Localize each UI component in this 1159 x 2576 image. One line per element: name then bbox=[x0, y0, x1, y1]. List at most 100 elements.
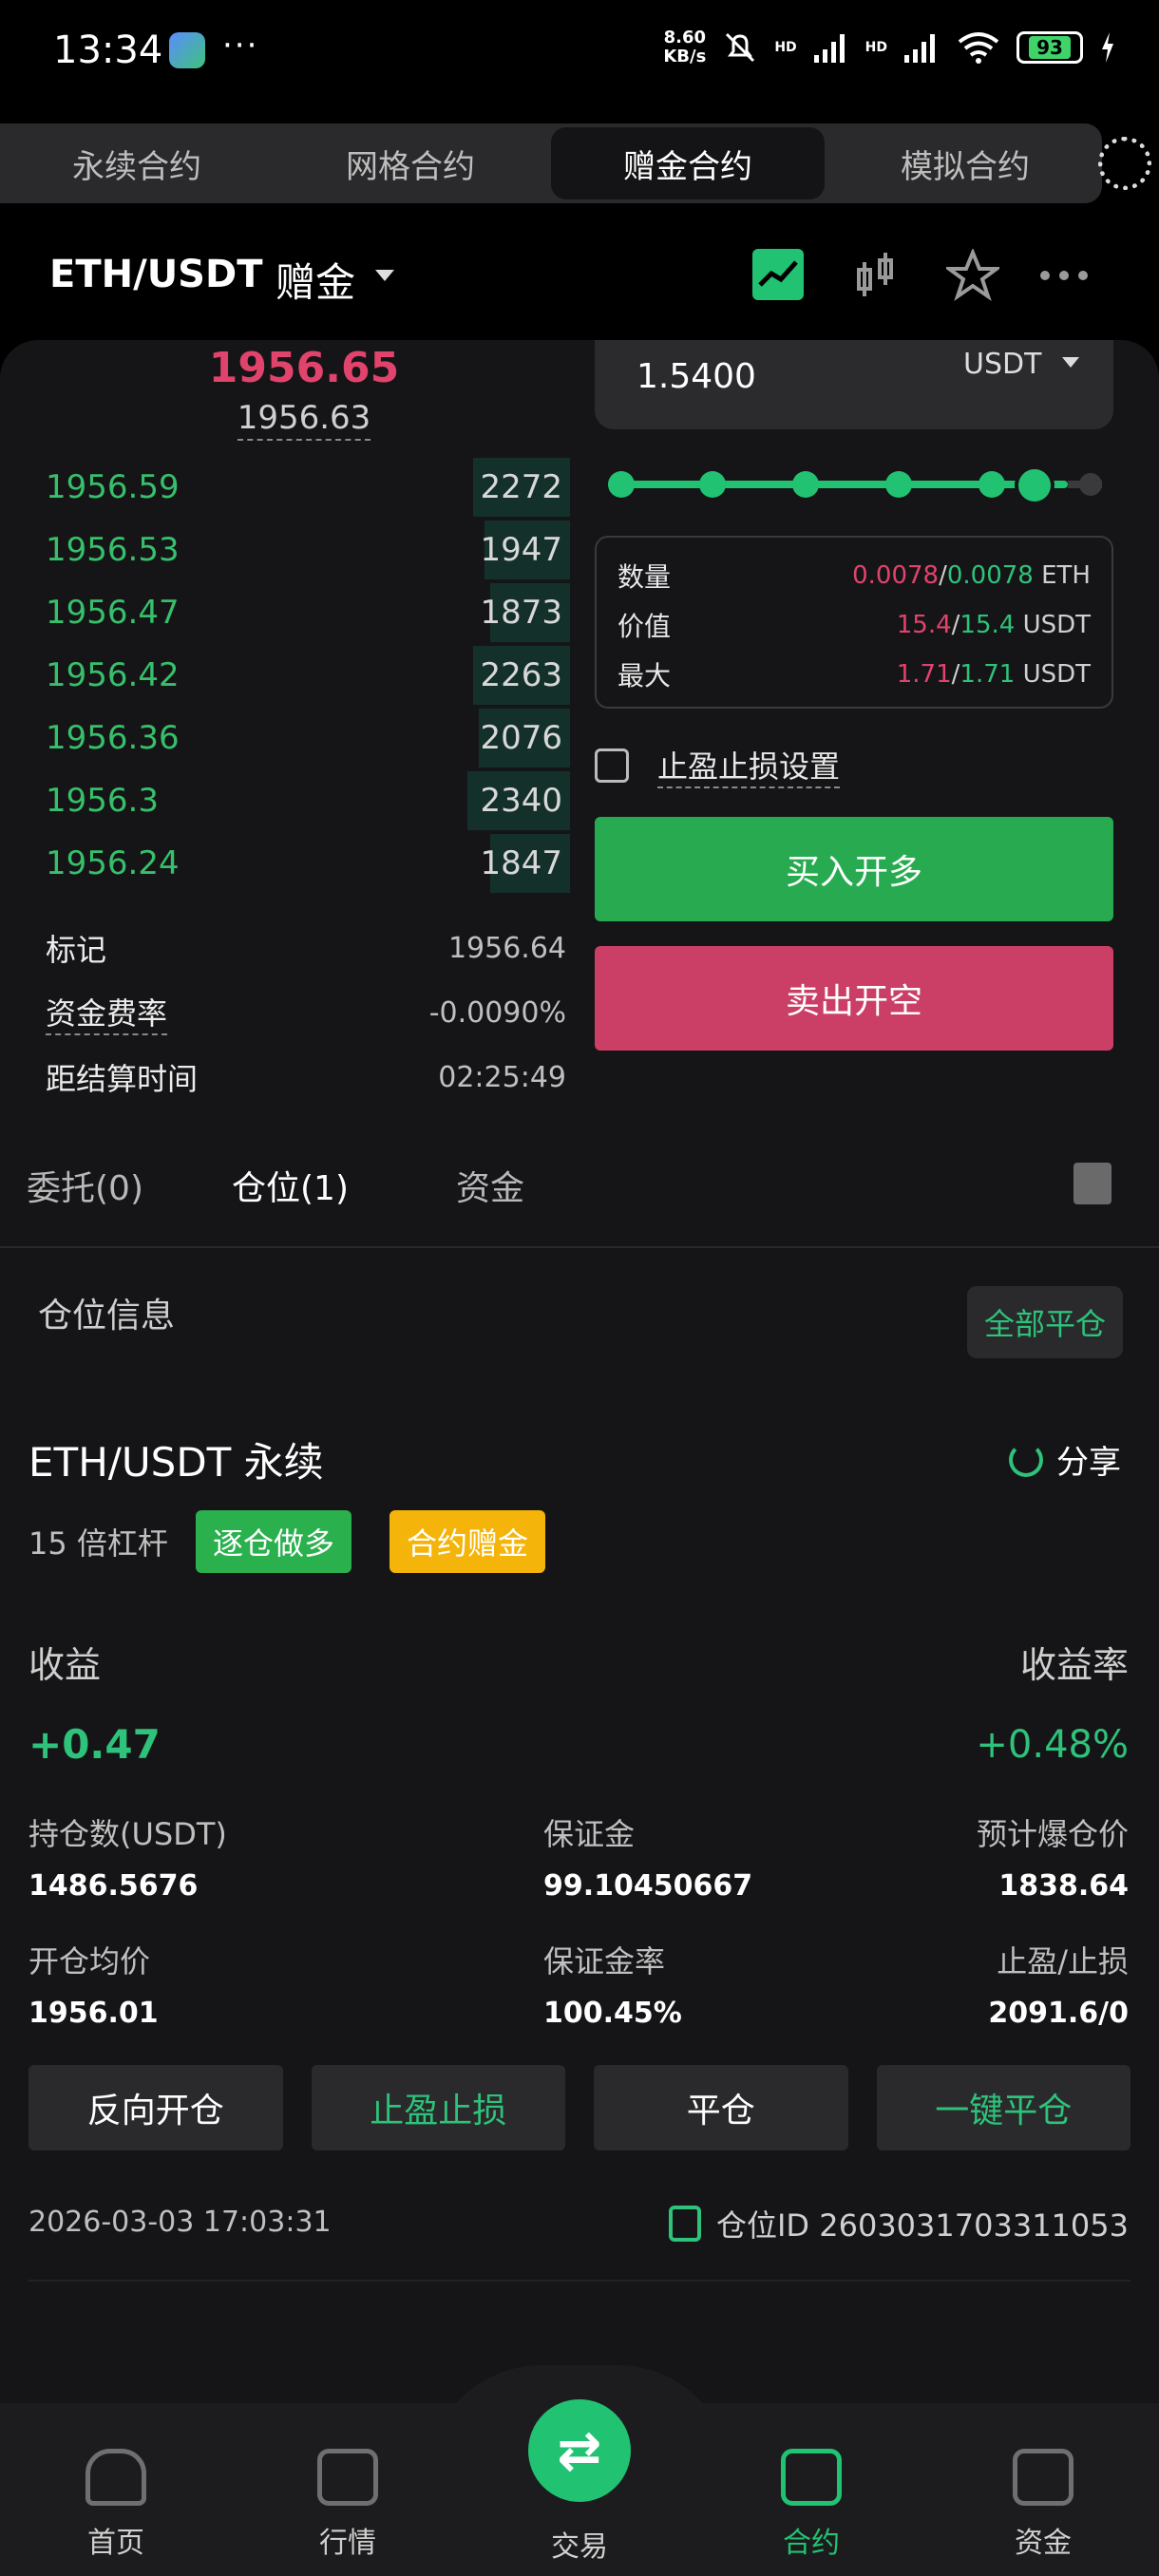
position-open-time: 2026-03-03 17:03:31 bbox=[28, 2206, 332, 2239]
pnl-value: +0.47 bbox=[28, 1721, 161, 1768]
amount-slider[interactable] bbox=[608, 465, 1102, 505]
contract-document-icon bbox=[781, 2449, 842, 2506]
position-id[interactable]: 仓位ID 2603031703311053 bbox=[668, 2202, 1129, 2245]
tab-funds[interactable]: 资金 bbox=[456, 1161, 524, 1210]
document-list-icon[interactable] bbox=[1074, 1163, 1112, 1204]
wifi-icon bbox=[958, 32, 999, 64]
nav-markets[interactable]: 行情 bbox=[281, 2449, 414, 2561]
tpsl-checkbox[interactable] bbox=[595, 748, 629, 783]
orderbook-row[interactable]: 1956.59 2272 bbox=[0, 456, 570, 519]
summary-value: 价值 15.4/15.4 USDT bbox=[618, 611, 1091, 642]
tab-bonus[interactable]: 赠金合约 bbox=[551, 127, 825, 199]
slider-end-stop[interactable] bbox=[1079, 473, 1102, 496]
status-bar: 13:34 ··· 8.60 KB/s HD HD 93 bbox=[0, 0, 1159, 106]
position-actions: 反向开仓 止盈止损 平仓 一键平仓 bbox=[28, 2065, 1130, 2150]
orderbook-row[interactable]: 1956.53 1947 bbox=[0, 519, 570, 581]
funding-rate-row[interactable]: 资金费率 -0.0090% bbox=[46, 980, 566, 1045]
app-notification-icon bbox=[169, 32, 205, 68]
index-price: 1956.63 bbox=[0, 399, 608, 441]
slider-stop[interactable] bbox=[608, 471, 635, 498]
status-icons: 8.60 KB/s HD HD 93 bbox=[663, 28, 1117, 66]
slider-stop[interactable] bbox=[699, 471, 726, 498]
stat-liquidation-price: 预计爆仓价 1838.64 bbox=[976, 1816, 1129, 1903]
markets-icon bbox=[317, 2449, 378, 2506]
contract-mode-tabs: 永续合约 网格合约 赠金合约 模拟合约 bbox=[0, 123, 1102, 203]
amount-value: 1.5400 bbox=[636, 357, 756, 396]
trade-exchange-icon[interactable]: ⇄ bbox=[528, 2399, 631, 2502]
orderbook-row[interactable]: 1956.42 2263 bbox=[0, 644, 570, 707]
order-summary: 数量 0.0078/0.0078 ETH 价值 15.4/15.4 USDT 最… bbox=[595, 536, 1113, 709]
slider-stop[interactable] bbox=[885, 471, 912, 498]
tab-positions[interactable]: 仓位(1) bbox=[232, 1161, 349, 1210]
loading-spinner-icon bbox=[1098, 137, 1151, 190]
line-chart-icon[interactable] bbox=[752, 249, 804, 300]
buy-long-button[interactable]: 买入开多 bbox=[595, 817, 1113, 921]
nav-contracts[interactable]: 合约 bbox=[745, 2449, 878, 2561]
orderbook-row[interactable]: 1956.3 2340 bbox=[0, 769, 570, 832]
roe-label: 收益率 bbox=[1019, 1644, 1129, 1686]
stat-position-size: 持仓数(USDT) 1486.5676 bbox=[28, 1816, 227, 1903]
tab-demo[interactable]: 模拟合约 bbox=[828, 123, 1102, 203]
chevron-down-icon[interactable] bbox=[1062, 357, 1079, 368]
copy-icon[interactable] bbox=[668, 2206, 701, 2242]
summary-quantity: 数量 0.0078/0.0078 ETH bbox=[618, 561, 1091, 593]
signal-icon-2 bbox=[904, 34, 935, 63]
pair-mode-selector[interactable]: 赠金 bbox=[276, 251, 355, 309]
stat-tpsl: 止盈/止损 2091.6/0 bbox=[988, 1943, 1129, 2030]
more-icon[interactable] bbox=[1037, 249, 1091, 302]
quick-close-button[interactable]: 一键平仓 bbox=[876, 2065, 1130, 2150]
slider-thumb[interactable] bbox=[1015, 465, 1054, 505]
stat-entry-price: 开仓均价 1956.01 bbox=[28, 1943, 159, 2030]
orderbook-row[interactable]: 1956.47 1873 bbox=[0, 581, 570, 644]
tpsl-button[interactable]: 止盈止损 bbox=[311, 2065, 565, 2150]
pair-name[interactable]: ETH/USDT bbox=[49, 253, 262, 296]
nav-assets[interactable]: 资金 bbox=[977, 2449, 1110, 2561]
signal-icon-1 bbox=[813, 34, 845, 63]
share-icon bbox=[1009, 1442, 1043, 1477]
slider-stop[interactable] bbox=[792, 471, 819, 498]
sell-short-button[interactable]: 卖出开空 bbox=[595, 946, 1113, 1051]
tab-grid[interactable]: 网格合约 bbox=[274, 123, 547, 203]
position-info-header: 仓位信息 bbox=[38, 1297, 176, 1335]
orderbook-rows: 1956.59 2272 1956.53 1947 1956.47 1873 1956… bbox=[0, 456, 570, 895]
position-title: ETH/USDT 永续 bbox=[28, 1439, 324, 1486]
orderbook-row[interactable]: 1956.36 2076 bbox=[0, 707, 570, 769]
slider-stop[interactable] bbox=[978, 471, 1005, 498]
divider bbox=[0, 1246, 1159, 1248]
amount-input[interactable]: 1.5400 USDT bbox=[595, 340, 1113, 429]
mark-price-row: 标记 1956.64 bbox=[46, 931, 566, 969]
stat-margin-ratio: 保证金率 100.45% bbox=[543, 1943, 682, 2030]
tpsl-label: 止盈止损设置 bbox=[657, 743, 841, 788]
leverage-label: 15 倍杠杆 bbox=[28, 1525, 168, 1562]
market-info: 标记 1956.64 资金费率 -0.0090% 距结算时间 02:25:49 bbox=[46, 916, 566, 1109]
tpsl-setting[interactable]: 止盈止损设置 bbox=[595, 747, 841, 788]
pair-header: ETH/USDT 赠金 bbox=[0, 236, 1159, 321]
tab-perpetual[interactable]: 永续合约 bbox=[0, 123, 274, 203]
reverse-open-button[interactable]: 反向开仓 bbox=[28, 2065, 283, 2150]
candlestick-icon[interactable] bbox=[849, 249, 902, 302]
pnl-label: 收益 bbox=[28, 1644, 102, 1686]
share-button[interactable]: 分享 bbox=[1009, 1436, 1121, 1483]
clock: 13:34 bbox=[53, 28, 163, 72]
bonus-badge: 合约赠金 bbox=[390, 1510, 546, 1573]
tab-orders[interactable]: 委托(0) bbox=[27, 1161, 143, 1210]
settlement-countdown-row: 距结算时间 02:25:49 bbox=[46, 1060, 566, 1098]
margin-mode-badge: 逐仓做多 bbox=[196, 1510, 352, 1573]
wallet-icon bbox=[1013, 2449, 1074, 2506]
battery-indicator: 93 bbox=[1016, 31, 1083, 64]
close-all-button[interactable]: 全部平仓 bbox=[967, 1286, 1123, 1358]
stat-margin: 保证金 99.10450667 bbox=[543, 1816, 753, 1903]
nav-home[interactable]: 首页 bbox=[49, 2449, 182, 2561]
unit-selector[interactable]: USDT bbox=[963, 348, 1041, 381]
chevron-down-icon[interactable] bbox=[375, 270, 394, 281]
nav-trade-label[interactable]: 交易 bbox=[513, 2523, 646, 2565]
last-price: 1956.65 bbox=[208, 344, 400, 392]
signal-hd-label-2: HD bbox=[864, 40, 887, 55]
home-icon bbox=[86, 2449, 146, 2506]
silent-bell-icon bbox=[726, 32, 755, 63]
close-position-button[interactable]: 平仓 bbox=[594, 2065, 848, 2150]
more-notifications-icon: ··· bbox=[222, 27, 259, 65]
orderbook-row[interactable]: 1956.24 1847 bbox=[0, 832, 570, 895]
star-icon[interactable] bbox=[946, 249, 999, 302]
summary-max: 最大 1.71/1.71 USDT bbox=[618, 660, 1091, 691]
